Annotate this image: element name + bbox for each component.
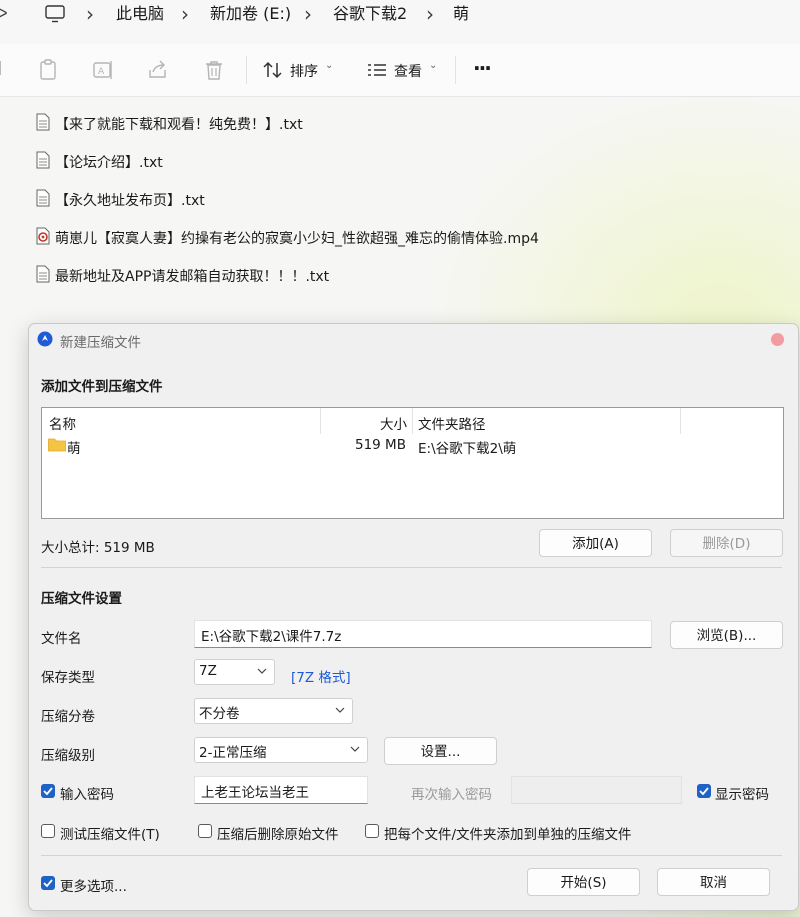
separate-archives-checkbox[interactable] bbox=[365, 824, 379, 838]
chevron-right-icon: › bbox=[304, 2, 312, 26]
file-name: 萌崽儿【寂寞人妻】约操有老公的寂寞小少妇_性欲超强_难忘的偷情体验.mp4 bbox=[55, 231, 539, 247]
more-options-label[interactable]: 更多选项... bbox=[60, 875, 127, 895]
view-icon[interactable] bbox=[365, 58, 389, 82]
archive-settings-title: 压缩文件设置 bbox=[41, 591, 122, 607]
column-header-size[interactable]: 大小 bbox=[380, 413, 407, 433]
row-size: 519 MB bbox=[355, 437, 406, 453]
delete-button[interactable]: 删除(D) bbox=[670, 529, 783, 557]
text-file-icon bbox=[36, 113, 50, 131]
chevron-right-icon: › bbox=[86, 2, 94, 26]
divider bbox=[41, 567, 782, 568]
test-archive-label[interactable]: 测试压缩文件(T) bbox=[60, 823, 160, 843]
delete-icon[interactable] bbox=[202, 58, 226, 82]
chevron-down-icon: ⌄ bbox=[429, 60, 438, 71]
address-bar: ᐳ › 此电脑 › 新加卷 (E:) › 谷歌下载2 › 萌 bbox=[0, 0, 800, 44]
reenter-password-input[interactable] bbox=[511, 776, 682, 804]
chevron-down-icon bbox=[257, 668, 267, 674]
total-size: 大小总计: 519 MB bbox=[41, 540, 155, 556]
test-archive-checkbox[interactable] bbox=[41, 824, 55, 838]
column-divider[interactable] bbox=[412, 408, 413, 434]
breadcrumb-this-pc[interactable]: 此电脑 bbox=[116, 4, 164, 24]
separate-archives-label[interactable]: 把每个文件/文件夹添加到单独的压缩文件 bbox=[384, 823, 632, 843]
column-header-path[interactable]: 文件夹路径 bbox=[418, 413, 486, 433]
check-icon bbox=[43, 879, 53, 888]
sort-button[interactable]: 排序 bbox=[290, 61, 318, 81]
chevron-down-icon bbox=[335, 707, 345, 713]
chevron-down-icon bbox=[350, 746, 360, 752]
settings-button[interactable]: 设置... bbox=[384, 737, 497, 765]
rename-icon[interactable]: A bbox=[91, 58, 115, 82]
file-name: 最新地址及APP请发邮箱自动获取！！！.txt bbox=[55, 269, 330, 285]
filename-label: 文件名 bbox=[41, 631, 82, 647]
password-checkbox[interactable] bbox=[41, 784, 55, 798]
file-name: 【论坛介绍】.txt bbox=[55, 155, 163, 171]
column-header-name[interactable]: 名称 bbox=[49, 413, 76, 433]
more-options-button[interactable]: ··· bbox=[473, 56, 492, 80]
split-volume-label: 压缩分卷 bbox=[41, 709, 95, 725]
chevron-right-icon: › bbox=[181, 2, 189, 26]
check-icon bbox=[699, 787, 709, 796]
row-name: 萌 bbox=[67, 441, 81, 457]
share-icon[interactable] bbox=[146, 58, 170, 82]
breadcrumb-current-folder[interactable]: 萌 bbox=[453, 4, 469, 24]
toolbar-separator bbox=[455, 56, 456, 84]
password-label[interactable]: 输入密码 bbox=[60, 783, 114, 803]
folder-icon bbox=[48, 438, 66, 452]
delete-after-checkbox[interactable] bbox=[198, 824, 212, 838]
breadcrumb-drive-e[interactable]: 新加卷 (E:) bbox=[210, 4, 291, 24]
split-volume-value: 不分卷 bbox=[199, 706, 240, 722]
show-password-checkbox[interactable] bbox=[697, 784, 711, 798]
app-logo-icon bbox=[37, 331, 53, 347]
save-type-select[interactable]: 7Z bbox=[194, 659, 275, 685]
breadcrumb-google-download[interactable]: 谷歌下载2 bbox=[333, 4, 407, 24]
close-button[interactable] bbox=[771, 333, 784, 346]
text-file-icon bbox=[36, 151, 50, 169]
dialog-title: 新建压缩文件 bbox=[60, 335, 141, 351]
toolbar-edge-icon bbox=[0, 61, 1, 75]
compression-level-label: 压缩级别 bbox=[41, 748, 95, 764]
column-divider[interactable] bbox=[320, 408, 321, 434]
sort-icon[interactable] bbox=[261, 58, 285, 82]
cancel-button[interactable]: 取消 bbox=[657, 868, 770, 896]
file-name: 【永久地址发布页】.txt bbox=[55, 193, 205, 209]
command-toolbar: A 排序 ⌄ 查看 ⌄ ··· bbox=[0, 44, 800, 97]
column-divider[interactable] bbox=[680, 408, 681, 434]
check-icon bbox=[43, 787, 53, 796]
divider bbox=[41, 855, 782, 856]
svg-text:A: A bbox=[98, 67, 105, 77]
add-files-section-title: 添加文件到压缩文件 bbox=[41, 379, 163, 395]
text-file-icon bbox=[36, 265, 50, 283]
computer-icon[interactable] bbox=[45, 5, 65, 23]
nav-partial-icon: ᐳ bbox=[0, 4, 8, 23]
reenter-password-label: 再次输入密码 bbox=[411, 787, 492, 803]
view-button[interactable]: 查看 bbox=[394, 61, 422, 81]
more-options-checkbox[interactable] bbox=[41, 876, 55, 890]
add-button[interactable]: 添加(A) bbox=[539, 529, 652, 557]
new-archive-dialog: 新建压缩文件 添加文件到压缩文件 名称 大小 文件夹路径 萌 519 MB E:… bbox=[28, 323, 799, 911]
delete-after-label[interactable]: 压缩后删除原始文件 bbox=[217, 823, 339, 843]
start-button[interactable]: 开始(S) bbox=[527, 868, 640, 896]
chevron-down-icon: ⌄ bbox=[325, 60, 334, 71]
compression-level-select[interactable]: 2-正常压缩 bbox=[194, 737, 368, 763]
paste-icon[interactable] bbox=[36, 58, 60, 82]
chevron-right-icon: › bbox=[426, 2, 434, 26]
filename-input[interactable]: E:\谷歌下载2\课件7.7z bbox=[194, 620, 652, 648]
format-link[interactable]: [7Z 格式] bbox=[291, 666, 351, 686]
file-name: 【来了就能下载和观看！纯免费！】.txt bbox=[55, 117, 303, 133]
password-input[interactable]: 上老王论坛当老王 bbox=[194, 776, 368, 804]
file-list-table[interactable]: 名称 大小 文件夹路径 萌 519 MB E:\谷歌下载2\萌 bbox=[41, 407, 784, 519]
toolbar-separator bbox=[246, 56, 247, 84]
row-path: E:\谷歌下载2\萌 bbox=[418, 441, 517, 457]
browse-button[interactable]: 浏览(B)... bbox=[670, 621, 783, 649]
video-file-icon bbox=[36, 227, 50, 245]
save-type-value: 7Z bbox=[199, 663, 217, 679]
compression-level-value: 2-正常压缩 bbox=[199, 745, 267, 761]
table-row[interactable]: 萌 519 MB E:\谷歌下载2\萌 bbox=[42, 434, 783, 457]
split-volume-select[interactable]: 不分卷 bbox=[194, 698, 353, 724]
save-type-label: 保存类型 bbox=[41, 670, 95, 686]
show-password-label[interactable]: 显示密码 bbox=[715, 783, 769, 803]
text-file-icon bbox=[36, 189, 50, 207]
